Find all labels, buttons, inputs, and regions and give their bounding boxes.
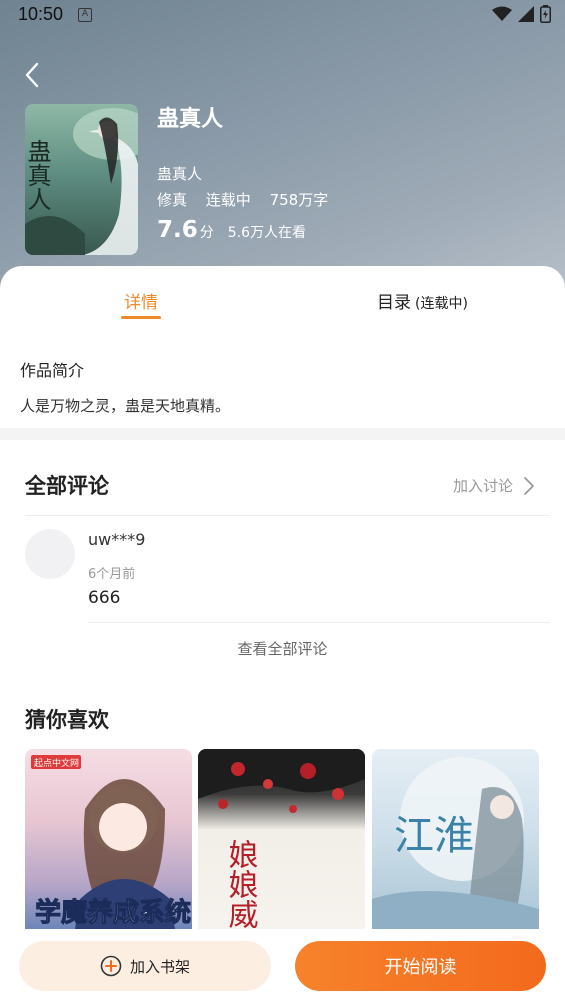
- section-divider: [0, 428, 565, 440]
- tab-bar: 详情 目录 (连载中): [0, 266, 565, 326]
- rating-unit: 分: [199, 225, 214, 241]
- book-meta: 修真 连载中 758万字: [157, 189, 342, 210]
- chevron-right-icon: [524, 476, 534, 495]
- recommend-cover-1: 起点中文网 学魔养成系统: [31, 755, 192, 929]
- book-word-count: 758万字: [269, 191, 329, 209]
- tab-toc-status: (连载中): [415, 296, 468, 312]
- join-discussion-button[interactable]: 加入讨论: [453, 475, 535, 496]
- tab-toc-label: 目录: [377, 293, 411, 313]
- comment-user[interactable]: uw***9: [88, 530, 145, 549]
- book-status: 连载中: [205, 191, 251, 209]
- start-reading-button[interactable]: 开始阅读: [295, 941, 546, 991]
- status-time: 10:50: [18, 4, 64, 24]
- divider: [88, 622, 550, 623]
- plus-circle-icon: [100, 955, 122, 977]
- recommend-book-1[interactable]: 起点中文网 学魔养成系统: [25, 749, 192, 929]
- cover-badge: 起点中文网: [34, 757, 79, 769]
- avatar[interactable]: [25, 529, 75, 579]
- cover-title-text: 学魔养成系统: [35, 897, 191, 928]
- chevron-left-icon: [25, 62, 39, 88]
- comment-time: 6个月前: [88, 567, 136, 582]
- tab-active-indicator: [121, 316, 161, 319]
- intro-text: 人是万物之灵，蛊是天地真精。: [20, 397, 231, 415]
- add-to-shelf-label: 加入书架: [129, 957, 190, 976]
- rating-score: 7.6: [157, 217, 198, 243]
- wifi-icon: [492, 6, 512, 21]
- divider: [25, 515, 550, 516]
- back-button[interactable]: [16, 58, 50, 92]
- battery-icon: [540, 5, 551, 23]
- status-bar: 10:50 A: [0, 0, 565, 30]
- tab-detail[interactable]: 详情: [124, 288, 158, 313]
- recommend-book-3[interactable]: 江淮: [372, 749, 539, 929]
- recommend-title: 猜你喜欢: [25, 708, 109, 732]
- cover-illustration: 蛊真人: [25, 108, 138, 255]
- comments-title: 全部评论: [25, 474, 109, 498]
- comment-text: 666: [88, 588, 121, 608]
- start-reading-label: 开始阅读: [384, 957, 457, 978]
- notification-a-icon: A: [78, 8, 92, 22]
- recommend-cover-3: 江淮: [372, 757, 539, 929]
- tab-toc[interactable]: 目录 (连载中): [377, 288, 468, 313]
- book-header: 10:50 A 蛊真人 蛊真人 蛊真人 修真 连载中 758万字 7.6 分 5…: [0, 0, 565, 300]
- status-icons: [492, 5, 551, 23]
- book-title: 蛊真人: [157, 107, 224, 132]
- add-to-shelf-button[interactable]: 加入书架: [19, 941, 271, 991]
- cover-title-text: 江淮: [394, 813, 474, 859]
- view-all-comments-button[interactable]: 查看全部评论: [0, 638, 565, 659]
- reader-count: 5.6万人在看: [227, 225, 307, 241]
- recommend-book-2[interactable]: 娘娘威武: [198, 749, 365, 929]
- signal-icon: [518, 6, 534, 22]
- intro-title: 作品简介: [20, 361, 85, 380]
- bottom-action-bar: 加入书架 开始阅读: [0, 930, 565, 1004]
- cover-title-text: 娘娘威武: [223, 839, 259, 929]
- book-author: 蛊真人: [157, 165, 203, 183]
- book-category: 修真: [157, 191, 188, 209]
- cover-title-text: 蛊真人: [25, 139, 51, 211]
- rating-row: 7.6 分 5.6万人在看: [157, 217, 306, 243]
- detail-card: 详情 目录 (连载中) 作品简介 人是万物之灵，蛊是天地真精。 全部评论 加入讨论…: [0, 266, 565, 1004]
- book-cover: 蛊真人: [25, 104, 138, 255]
- join-discussion-label: 加入讨论: [452, 477, 513, 495]
- recommend-cover-2: 娘娘威武: [198, 749, 365, 929]
